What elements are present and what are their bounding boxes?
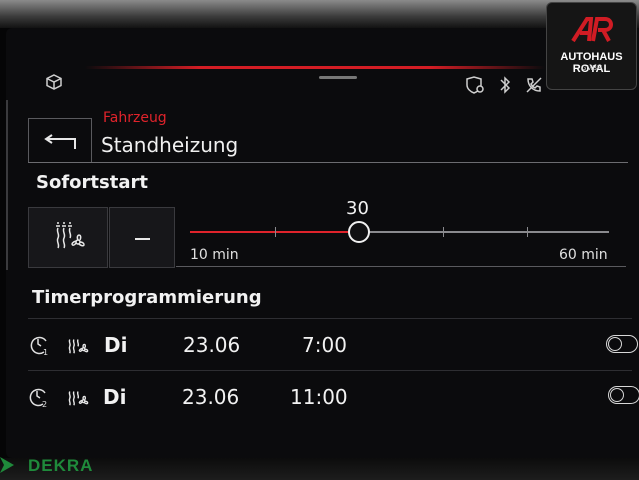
timer-day: Di <box>104 333 128 357</box>
timer-time: 11:00 <box>290 385 348 409</box>
timer-toggle[interactable] <box>606 335 638 353</box>
breadcrumb-category: Fahrzeug <box>103 110 167 126</box>
back-arrow-icon <box>43 131 77 151</box>
seat-heating-fan-icon <box>66 386 90 408</box>
sofortstart-title: Sofortstart <box>36 172 148 193</box>
duration-slider-fill <box>190 231 358 233</box>
drag-handle[interactable] <box>319 76 357 79</box>
slider-tick <box>275 227 276 237</box>
duration-slider-track[interactable] <box>190 231 609 233</box>
timer-toggle[interactable] <box>608 386 639 404</box>
dealer-logo: AUTOHAUS ROYAL GMBH <box>546 2 637 90</box>
heating-mode-button[interactable] <box>28 207 108 268</box>
timer-date: 23.06 <box>182 385 240 409</box>
divider <box>28 318 632 319</box>
location-shield-icon <box>465 76 485 94</box>
svg-text:1: 1 <box>43 348 48 357</box>
dekra-logo-icon <box>0 455 22 475</box>
screen-edge <box>6 100 8 270</box>
svg-text:2: 2 <box>42 400 47 409</box>
slider-max-label: 60 min <box>559 247 608 263</box>
seat-heating-fan-icon <box>66 334 90 356</box>
slider-tick <box>443 227 444 237</box>
timer-clock-2-icon: 2 <box>27 385 51 409</box>
timer-clock-1-icon: 1 <box>28 333 52 357</box>
timer-date: 23.06 <box>183 333 241 357</box>
display-bezel-top <box>0 0 639 28</box>
timer-section-title: Timerprogrammierung <box>32 287 262 308</box>
decrease-duration-button[interactable] <box>109 207 175 268</box>
dealer-logo-sub: GMBH <box>581 65 602 72</box>
timer-time: 7:00 <box>302 333 347 357</box>
page-title: Standheizung <box>101 133 239 157</box>
display-bezel-bottom <box>0 458 639 480</box>
toggle-knob <box>608 337 622 351</box>
back-button[interactable] <box>28 118 92 163</box>
bluetooth-icon <box>499 75 511 95</box>
slider-min-label: 10 min <box>190 247 239 263</box>
seat-heating-fan-icon <box>53 220 87 252</box>
cube-icon[interactable] <box>45 73 63 91</box>
status-bar-glow <box>85 66 545 69</box>
divider <box>28 370 632 371</box>
timer-day: Di <box>103 385 127 409</box>
minus-icon <box>135 238 150 240</box>
toggle-knob <box>610 388 624 402</box>
dekra-watermark: DEKRA <box>28 456 94 475</box>
slider-value: 30 <box>346 198 369 219</box>
slider-tick <box>527 227 528 237</box>
duration-slider-thumb[interactable] <box>347 221 370 243</box>
header-divider <box>28 162 628 163</box>
phone-muted-icon <box>524 75 544 95</box>
